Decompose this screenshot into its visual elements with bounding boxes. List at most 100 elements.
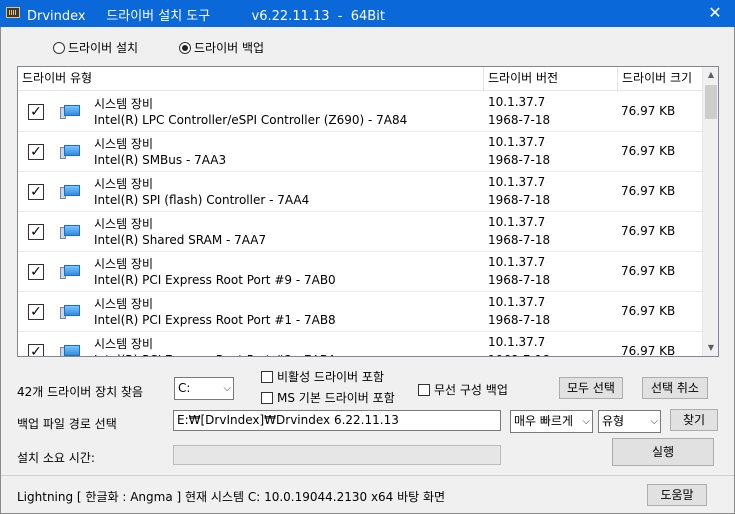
list-body: ✓ 시스템 장비 Intel(R) LPC Controller/eSPI Cont… <box>18 92 703 357</box>
scroll-thumb[interactable] <box>705 85 717 119</box>
computer-icon <box>60 145 80 159</box>
row-checkbox[interactable]: ✓ <box>28 304 44 320</box>
sort-select[interactable]: 유형 ⌵ <box>598 410 661 433</box>
driver-date: 1968-7-18 <box>488 153 551 167</box>
driver-size: 76.97 KB <box>621 184 676 198</box>
computer-icon <box>60 225 80 239</box>
driver-size: 76.97 KB <box>621 104 676 118</box>
table-row[interactable]: ✓ 시스템 장비 Intel(R) PCI Express Root Port #3… <box>18 332 703 357</box>
found-count-label: 42개 드라이버 장치 찾음 <box>17 385 144 399</box>
title-bar: Drvindex 드라이버 설치 도구 v6.22.11.13 - 64Bit … <box>0 0 735 27</box>
wireless-backup-checkbox[interactable]: 무선 구성 백업 <box>418 381 508 398</box>
device-name: Intel(R) PCI Express Root Port #9 - 7AB0 <box>94 273 336 287</box>
chevron-down-icon: ⌵ <box>223 383 231 394</box>
driver-date: 1968-7-18 <box>488 113 551 127</box>
backup-path-input[interactable]: E:₩[DrvIndex]₩Drvindex 6.22.11.13 <box>173 410 501 431</box>
row-checkbox[interactable]: ✓ <box>28 104 44 120</box>
wireless-backup-label: 무선 구성 백업 <box>434 383 508 397</box>
device-category: 시스템 장비 <box>94 137 154 151</box>
table-row[interactable]: ✓ 시스템 장비 Intel(R) PCI Express Root Port #1… <box>18 292 703 332</box>
drive-select[interactable]: C: ⌵ <box>174 377 234 400</box>
row-checkbox[interactable]: ✓ <box>28 144 44 160</box>
driver-size: 76.97 KB <box>621 304 676 318</box>
close-button[interactable]: ✕ <box>695 0 735 27</box>
scroll-down-arrow-icon[interactable]: ▼ <box>703 340 718 356</box>
driver-size: 76.97 KB <box>621 344 676 357</box>
drive-select-value: C: <box>178 381 191 395</box>
driver-version: 10.1.37.7 <box>488 335 546 349</box>
row-checkbox[interactable]: ✓ <box>28 224 44 240</box>
radio-install-label: 드라이버 설치 <box>68 41 139 55</box>
column-header-size[interactable]: 드라이버 크기 <box>618 67 708 91</box>
radio-install[interactable]: 드라이버 설치 <box>53 39 138 56</box>
wireless-backup-checkbox-box[interactable] <box>418 383 430 396</box>
scroll-up-arrow-icon[interactable]: ▲ <box>703 67 718 83</box>
vertical-scrollbar[interactable]: ▲ ▼ <box>702 67 718 356</box>
device-category: 시스템 장비 <box>94 217 154 231</box>
list-header: 드라이버 유형 드라이버 버전 드라이버 크기 <box>18 67 703 91</box>
status-text: Lightning [ 한글화 : Angma ] 현재 시스템 C: 10.0… <box>17 490 446 504</box>
install-progress-bar <box>173 445 501 465</box>
inactive-driver-checkbox[interactable]: 비활성 드라이버 포함 <box>261 368 384 385</box>
radio-backup-label: 드라이버 백업 <box>194 41 265 55</box>
driver-size: 76.97 KB <box>621 224 676 238</box>
device-name: Intel(R) PCI Express Root Port #1 - 7AB8 <box>94 313 336 327</box>
computer-icon <box>60 305 80 319</box>
row-checkbox[interactable]: ✓ <box>28 184 44 200</box>
radio-backup-dot[interactable] <box>179 41 191 54</box>
table-row[interactable]: ✓ 시스템 장비 Intel(R) SMBus - 7AA3 10.1.37.7 196… <box>18 132 703 172</box>
computer-icon <box>60 105 80 119</box>
driver-version: 10.1.37.7 <box>488 215 546 229</box>
help-button[interactable]: 도움말 <box>647 484 707 506</box>
find-button[interactable]: 찾기 <box>670 409 718 431</box>
select-all-button[interactable]: 모두 선택 <box>559 377 623 399</box>
driver-version: 10.1.37.7 <box>488 255 546 269</box>
computer-icon <box>60 185 80 199</box>
run-button[interactable]: 실행 <box>612 438 714 466</box>
device-category: 시스템 장비 <box>94 297 154 311</box>
main-window: 드라이버 설치 드라이버 백업 드라이버 유형 드라이버 버전 드라이버 크기 … <box>0 27 735 514</box>
chevron-down-icon: ⌵ <box>650 416 658 427</box>
column-header-type[interactable]: 드라이버 유형 <box>18 67 484 91</box>
row-checkbox[interactable]: ✓ <box>28 344 44 356</box>
device-category: 시스템 장비 <box>94 257 154 271</box>
status-divider <box>1 475 734 476</box>
deselect-button[interactable]: 선택 취소 <box>642 377 708 399</box>
speed-select-value: 매우 빠르게 <box>514 414 574 428</box>
radio-install-dot[interactable] <box>53 41 65 54</box>
ms-driver-checkbox[interactable]: MS 기본 드라이버 포함 <box>261 389 395 406</box>
driver-size: 76.97 KB <box>621 144 676 158</box>
driver-size: 76.97 KB <box>621 264 676 278</box>
device-name: Intel(R) SMBus - 7AA3 <box>94 153 227 167</box>
inactive-driver-label: 비활성 드라이버 포함 <box>277 370 384 384</box>
window-title: Drvindex 드라이버 설치 도구 v6.22.11.13 - 64Bit <box>27 9 385 24</box>
column-header-version[interactable]: 드라이버 버전 <box>484 67 618 91</box>
driver-date: 1968-7-18 <box>488 193 551 207</box>
ms-driver-checkbox-box[interactable] <box>261 391 273 404</box>
driver-list: 드라이버 유형 드라이버 버전 드라이버 크기 ✓ 시스템 장비 Intel(R) … <box>17 66 719 357</box>
driver-version: 10.1.37.7 <box>488 295 546 309</box>
table-row[interactable]: ✓ 시스템 장비 Intel(R) LPC Controller/eSPI Cont… <box>18 92 703 132</box>
row-checkbox[interactable]: ✓ <box>28 264 44 280</box>
table-row[interactable]: ✓ 시스템 장비 Intel(R) Shared SRAM - 7AA7 10.1.3… <box>18 212 703 252</box>
driver-date: 1968-7-18 <box>488 313 551 327</box>
driver-date: 1968-7-18 <box>488 273 551 287</box>
device-name: Intel(R) Shared SRAM - 7AA7 <box>94 233 267 247</box>
driver-version: 10.1.37.7 <box>488 135 546 149</box>
table-row[interactable]: ✓ 시스템 장비 Intel(R) SPI (flash) Controller -… <box>18 172 703 212</box>
driver-date: 1968-7-18 <box>488 353 550 356</box>
table-row[interactable]: ✓ 시스템 장비 Intel(R) PCI Express Root Port #9… <box>18 252 703 292</box>
inactive-driver-checkbox-box[interactable] <box>261 370 273 383</box>
chevron-down-icon: ⌵ <box>582 416 590 427</box>
driver-version: 10.1.37.7 <box>488 95 546 109</box>
driver-version: 10.1.37.7 <box>488 175 546 189</box>
device-name: Intel(R) SPI (flash) Controller - 7AA4 <box>94 193 310 207</box>
device-name: Intel(R) PCI Express Root Port #3 - 7ABA <box>94 353 336 356</box>
speed-select[interactable]: 매우 빠르게 ⌵ <box>510 410 593 433</box>
ms-driver-label: MS 기본 드라이버 포함 <box>277 391 395 405</box>
install-time-label: 설치 소요 시간: <box>17 451 95 465</box>
device-name: Intel(R) LPC Controller/eSPI Controller … <box>94 113 408 127</box>
radio-backup[interactable]: 드라이버 백업 <box>179 39 264 56</box>
device-category: 시스템 장비 <box>94 97 154 111</box>
device-category: 시스템 장비 <box>94 177 154 191</box>
